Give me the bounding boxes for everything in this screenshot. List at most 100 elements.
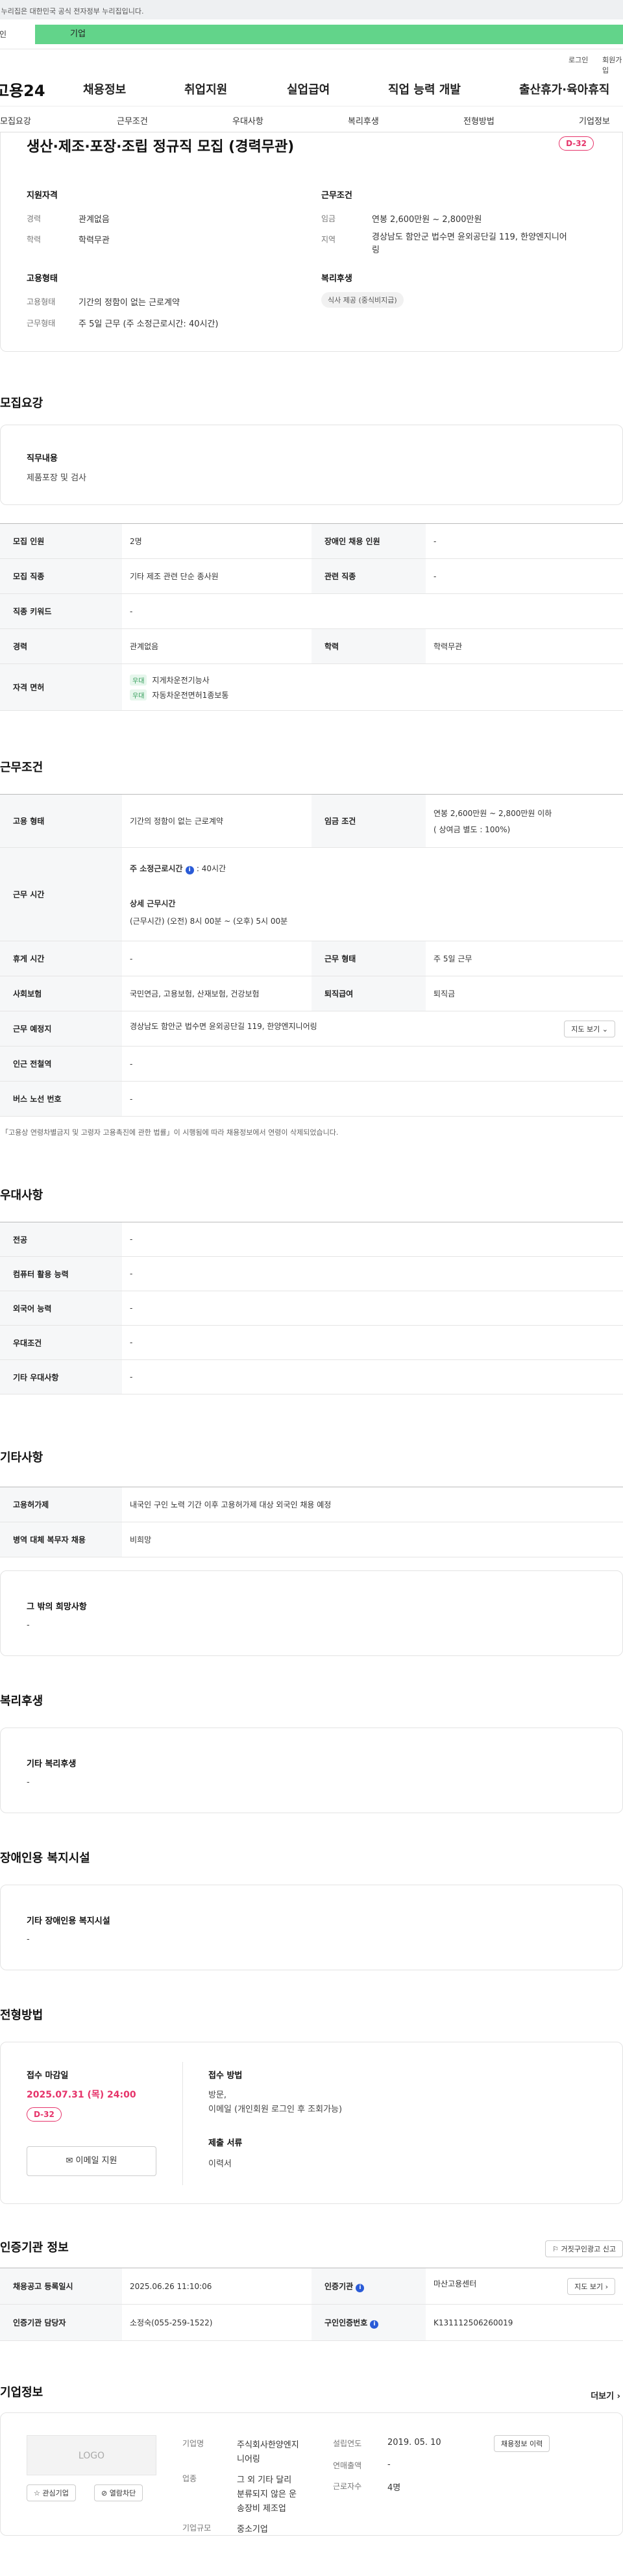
disabled-box: 기타 장애인용 복지시설 - (0, 1885, 623, 1970)
snb-recruit[interactable]: 모집요강 (0, 114, 31, 127)
pref-label: 전공 (0, 1222, 122, 1257)
welfare-box-heading: 기타 복리후생 (27, 1759, 77, 1769)
name-value-2: 니어링 (237, 2455, 260, 2464)
info-icon[interactable]: i (370, 2320, 379, 2329)
place-text: 경상남도 함안군 법수면 윤외공단길 119, 한양엔지니어링 (130, 1021, 317, 1031)
report-button[interactable]: ⚐ 거짓구인광고 신고 (545, 2240, 623, 2257)
deadline-heading: 접수 마감일 (27, 2071, 69, 2081)
etc-title: 기타사항 (0, 1451, 43, 1465)
place-value: 경상남도 함안군 법수면 윤외공단길 119, 한양엔지니어링 지도 보기 ⌄ (122, 1011, 623, 1046)
age-note: • 「고용상 연령차별금지 및 고령자 고용촉진에 관한 법률」이 시행됨에 따… (1, 1128, 339, 1137)
hours-detail-heading: 상세 근무시간 (130, 898, 176, 908)
dday-badge: D-32 (559, 136, 594, 151)
other-wish-box: 그 밖의 희망사항 - (0, 1570, 623, 1656)
career-value-row: 관계없음 (122, 628, 312, 664)
etc-value: 내국인 구인 노력 기간 이후 고용허가제 대상 외국인 채용 예정 (122, 1487, 623, 1522)
people-label: 모집 인원 (0, 523, 122, 559)
pref-table: 전공 - 컴퓨터 활용 능력 - 외국어 능력 - 우대조건 - 기타 우대사항 - (0, 1222, 623, 1394)
duty-box: 직무내용 제품포장 및 검사 (0, 425, 623, 505)
deadline-value: 2025.07.31 (목) 24:00 (27, 2090, 136, 2100)
divider (182, 2062, 183, 2185)
rest-value: - (122, 941, 312, 976)
process-title: 전형방법 (0, 2009, 43, 2022)
fav-button[interactable]: ☆ 관심기업 (27, 2484, 76, 2501)
section-nav: 모집요강 근무조건 우대사항 복리후생 전형방법 기업정보 (0, 106, 623, 132)
duty-value: 제품포장 및 검사 (27, 473, 86, 483)
subway-label: 인근 전철역 (0, 1046, 122, 1082)
founded-label: 설립연도 (333, 2439, 362, 2448)
docs-value: 이력서 (208, 2159, 232, 2169)
hours-value: 주 소정근로시간 i : 40시간 상세 근무시간 (근무시간) (오전) 8시… (122, 847, 623, 941)
disabled-box-heading: 기타 장애인용 복지시설 (27, 1916, 110, 1926)
etc-label: 고용허가제 (0, 1487, 122, 1522)
more-link[interactable]: 더보기 › (591, 2389, 620, 2401)
career-label: 경력 (27, 214, 42, 223)
biz-label: 업종 (182, 2474, 197, 2483)
subway-value: - (122, 1046, 623, 1082)
num-label: 구인인증번호 i (312, 2304, 426, 2341)
welfare-title: 복리후생 (0, 1694, 43, 1708)
pref-value: - (122, 1256, 623, 1291)
org-label: 인증기관 i (312, 2268, 426, 2305)
info-icon[interactable]: i (356, 2283, 365, 2292)
work-table: 고용 형태 기간의 정함이 없는 근로계약 임금 조건 연봉 2,600만원 ~ 2,… (0, 794, 623, 1117)
job-label: 모집 직종 (0, 558, 122, 594)
process-dday: D-32 (27, 2107, 62, 2122)
snb-process[interactable]: 전형방법 (463, 114, 495, 127)
pref-label: 기타 우대사항 (0, 1359, 122, 1394)
welfare-box: 기타 복리후생 - (0, 1728, 623, 1813)
tab-personal[interactable]: 개인 (0, 25, 35, 44)
sales-label: 연매출액 (333, 2461, 362, 2470)
insurance-value: 국민연금, 고용보험, 산재보험, 건강보험 (122, 976, 312, 1011)
place-label: 근무 예정지 (0, 1011, 122, 1046)
snb-pref[interactable]: 우대사항 (232, 114, 263, 127)
nav-leave[interactable]: 출산휴가·육아휴직 (519, 80, 609, 97)
info-icon[interactable]: i (185, 865, 194, 874)
disabled-value: - (426, 523, 623, 559)
disabled-title: 장애인용 복지시설 (0, 1852, 90, 1865)
block-button[interactable]: ⊘ 열람차단 (94, 2484, 143, 2501)
site-logo[interactable]: 고용24 (0, 78, 45, 101)
snb-welfare[interactable]: 복리후생 (348, 114, 379, 127)
hours-main: 주 소정근로시간 (130, 863, 183, 873)
mgr-label: 인증기관 담당자 (0, 2304, 122, 2341)
nav-unemployment[interactable]: 실업급여 (287, 80, 330, 97)
keyword-label: 직종 키워드 (0, 593, 122, 629)
history-button[interactable]: 채용정보 이력 (494, 2435, 550, 2452)
hours-detail: (근무시간) (오전) 8시 00분 ~ (오후) 5시 00분 (130, 916, 288, 926)
cond-heading: 근무조건 (321, 191, 352, 201)
sales-value: - (387, 2460, 391, 2470)
rest-label: 휴게 시간 (0, 941, 122, 976)
nav-training[interactable]: 직업 능력 개발 (388, 80, 461, 97)
nav-employment-support[interactable]: 취업지원 (184, 80, 227, 97)
hours-label: 근무 시간 (0, 847, 122, 941)
snb-company[interactable]: 기업정보 (579, 114, 610, 127)
block-icon: ⊘ (101, 2489, 110, 2497)
size-label: 기업규모 (182, 2523, 212, 2533)
org-text: 마산고용센터 (434, 2279, 477, 2288)
emp-value: 기간의 정함이 없는 근로계약 (79, 298, 180, 308)
name-value-1: 주식회사한양엔지 (237, 2440, 299, 2450)
method-value-2: 이메일 (개인회원 로그인 후 조회가능) (208, 2105, 343, 2114)
org-map-button[interactable]: 지도 보기 › (567, 2277, 615, 2295)
retire-value: 퇴직금 (426, 976, 623, 1011)
region-label: 지역 (321, 235, 336, 244)
snb-work[interactable]: 근무조건 (117, 114, 148, 127)
utility-bar: 로그인 회원가입 (0, 49, 623, 75)
size-value: 중소기업 (237, 2525, 268, 2534)
map-button[interactable]: 지도 보기 ⌄ (564, 1020, 615, 1037)
people-value: 2명 (122, 523, 312, 559)
nav-jobs[interactable]: 채용정보 (83, 80, 126, 97)
emp-type-value: 기간의 정함이 없는 근로계약 (122, 794, 312, 848)
method-value-1: 방문, (208, 2090, 227, 2100)
region-value-2: 링 (372, 245, 380, 255)
license-value: 우대 지게차운전기능사 우대 자동차운전면허1종보통 (122, 663, 623, 711)
job-value: 기타 제조 관련 단순 종사원 (122, 558, 312, 594)
worktype-label: 근무형태 (27, 319, 56, 328)
wage-value: 연봉 2,600만원 ~ 2,800만원 (372, 215, 482, 225)
etc-value: 비희망 (122, 1522, 623, 1557)
docs-heading: 제출 서류 (208, 2138, 243, 2148)
email-apply-button[interactable]: ✉ 이메일 지원 (27, 2146, 156, 2176)
tab-business[interactable]: 기업 (35, 25, 623, 44)
bell-icon: ⚐ (552, 2245, 561, 2253)
